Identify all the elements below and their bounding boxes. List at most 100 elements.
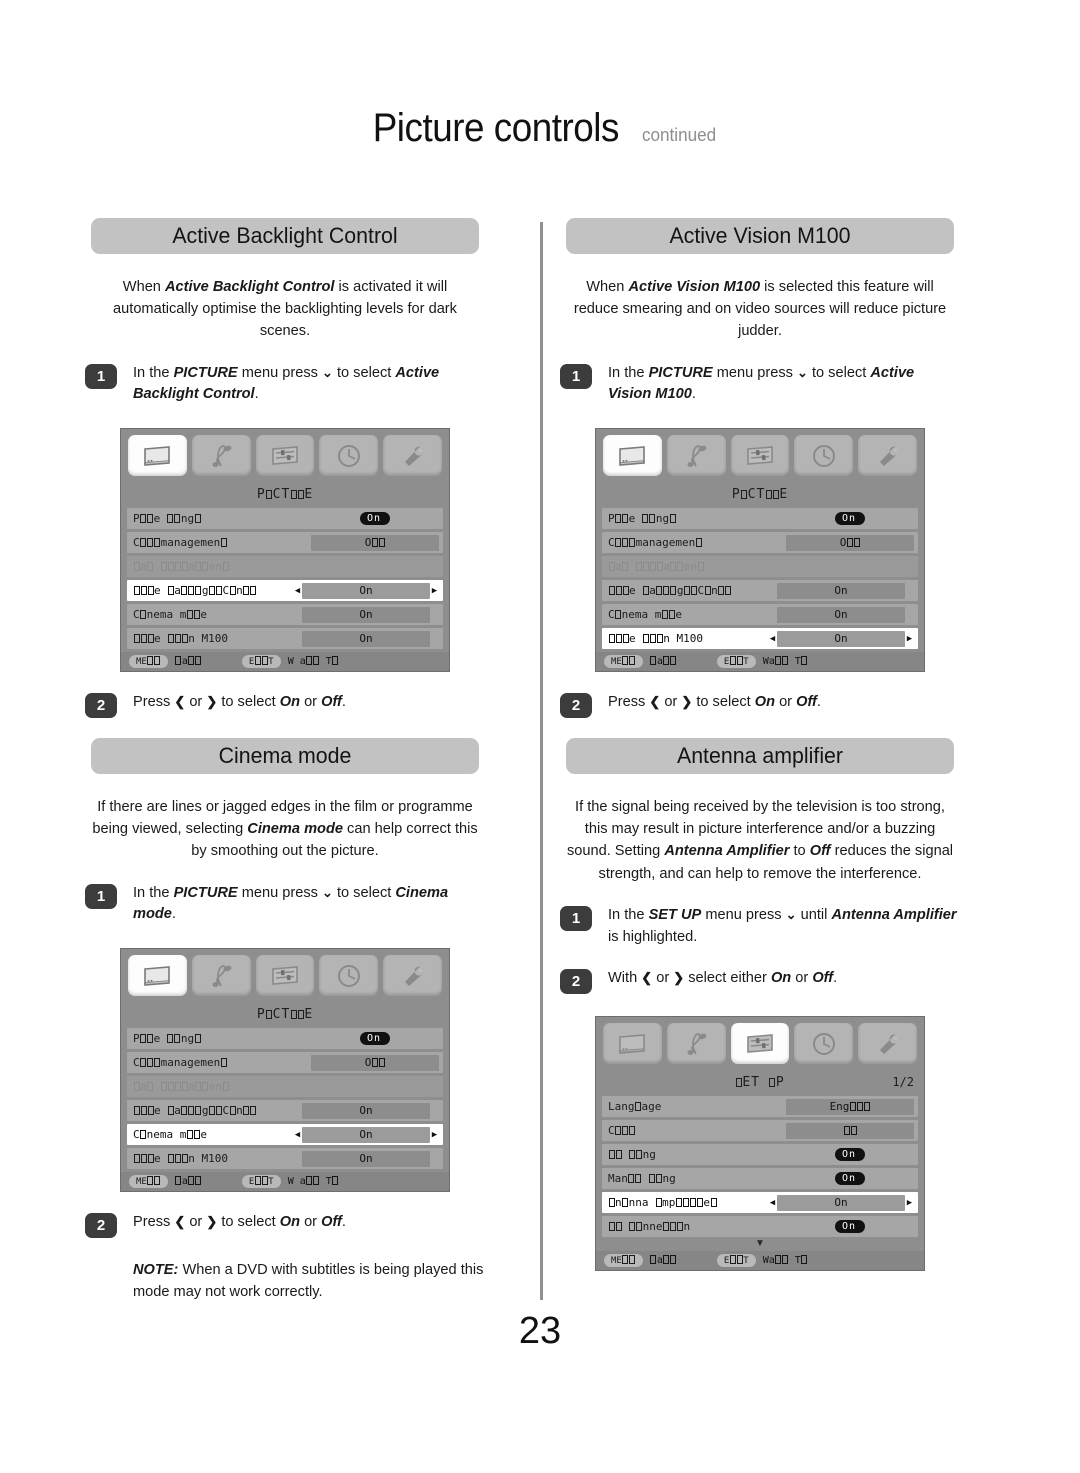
setup-sliders-icon[interactable] xyxy=(730,1023,790,1065)
picture-icon[interactable] xyxy=(603,1023,662,1065)
osd-row-label: a a en xyxy=(608,560,914,573)
exit-key-badge[interactable]: ET xyxy=(241,1175,281,1189)
section-heading-active-vision: Active Vision M100 xyxy=(566,218,954,254)
setup-sliders-icon[interactable] xyxy=(255,435,315,477)
osd-rows: Pe ng On Cmanagemen O a aen e agCn ◀ On xyxy=(596,508,924,650)
picture-icon[interactable] xyxy=(128,955,187,997)
caret-right-icon[interactable]: ▶ xyxy=(430,1130,439,1140)
osd-row-active-backlight-control[interactable]: e agCn ◀ On ▶ xyxy=(602,580,918,602)
osd-footer: ME a ET W a T xyxy=(121,1172,449,1192)
caret-spacer: ▶ xyxy=(430,610,439,620)
sound-icon[interactable] xyxy=(191,435,251,477)
exit-key-badge[interactable]: ET xyxy=(716,1254,756,1268)
section-body-active-backlight: When Active Backlight Control is activat… xyxy=(91,276,479,343)
timer-clock-icon[interactable] xyxy=(319,955,379,997)
step-text-a: Press xyxy=(133,694,175,711)
osd-row-toggle[interactable]: On xyxy=(311,512,439,526)
osd-title: P CT E xyxy=(731,487,789,503)
osd-footer: ME a ET Wa T xyxy=(596,1251,924,1271)
osd-row-language[interactable]: Lang age Eng xyxy=(602,1096,918,1118)
step-text-d: . xyxy=(171,906,176,923)
section-body-cinema-mode: If there are lines or jagged edges in th… xyxy=(91,796,479,863)
step-text-c: until xyxy=(796,906,832,923)
page-number: 23 xyxy=(518,1310,562,1352)
chevron-down-icon: ⌄ xyxy=(785,906,797,922)
exit-key-badge[interactable]: ET xyxy=(241,655,281,669)
osd-row-antenna-amplifier[interactable]: n nna mp e ◀ On ▶ xyxy=(602,1192,918,1214)
caret-left-icon[interactable]: ◀ xyxy=(768,634,777,644)
osd-row-auto-tuning[interactable]: ng On xyxy=(602,1144,918,1166)
timer-clock-icon[interactable] xyxy=(794,1023,854,1065)
osd-row-value: On xyxy=(302,1126,430,1143)
osd-row-auto-connection[interactable]: nne n On xyxy=(602,1216,918,1238)
osd-row-base-colour-adjustment: a a en xyxy=(602,556,918,578)
osd-row-cinema-mode[interactable]: Cnema me ◀ On ▶ xyxy=(602,604,918,626)
cinema-mode-note: NOTE: When a DVD with subtitles is being… xyxy=(133,1260,485,1304)
osd-row-picture-settings[interactable]: Pe ng On xyxy=(127,508,443,530)
menu-key-badge[interactable]: ME xyxy=(604,655,643,669)
osd-row-colour-management[interactable]: Cmanagemen O xyxy=(127,1052,443,1074)
step-badge: 1 xyxy=(560,363,592,389)
picture-icon[interactable] xyxy=(128,435,187,477)
osd-rows: Pe ng On Cmanagemen O a aen e agCn ◀ On xyxy=(121,1028,449,1170)
osd-row-toggle[interactable]: On xyxy=(311,1032,439,1046)
step-text-c: to select xyxy=(692,694,755,711)
osd-row-active-backlight-control[interactable]: e agCn ◀ On ▶ xyxy=(127,580,443,602)
step-1-active-backlight: 1 In the PICTURE menu press ⌄ to select … xyxy=(85,363,485,407)
osd-row-cinema-mode[interactable]: Cnema me ◀ On ▶ xyxy=(127,604,443,626)
caret-left-icon[interactable]: ◀ xyxy=(768,1198,777,1208)
menu-key-badge[interactable]: ME xyxy=(129,1175,168,1189)
osd-row-cinema-mode[interactable]: Cnema me ◀ On ▶ xyxy=(127,1124,443,1146)
osd-row-label: a a en xyxy=(133,1080,439,1093)
menu-key-badge[interactable]: ME xyxy=(129,655,168,669)
caret-right-icon: ❯ xyxy=(681,694,693,710)
page-title: Picture controls continued xyxy=(0,106,1080,151)
scroll-down-icon[interactable]: ▼ xyxy=(602,1239,918,1249)
menu-key-action: a xyxy=(175,1176,202,1187)
osd-row-picture-settings[interactable]: Pe ng On xyxy=(602,508,918,530)
osd-row-country[interactable]: C xyxy=(602,1120,918,1142)
osd-row-manual-tuning[interactable]: Man ng On xyxy=(602,1168,918,1190)
sound-icon[interactable] xyxy=(666,1023,726,1065)
osd-row-picture-settings[interactable]: Pe ng On xyxy=(127,1028,443,1050)
caret-left-icon[interactable]: ◀ xyxy=(293,586,302,596)
osd-row-colour-management[interactable]: Cmanagemen O xyxy=(602,532,918,554)
preferences-wrench-icon[interactable] xyxy=(383,435,442,477)
sound-icon[interactable] xyxy=(191,955,251,997)
step-text: Press ❮ or ❯ to select On or Off. xyxy=(133,692,346,714)
osd-row-toggle[interactable]: On xyxy=(786,1220,914,1234)
osd-row-active-vision-m100[interactable]: e n M100 ◀ On ▶ xyxy=(127,1148,443,1170)
step-1-cinema-mode: 1 In the PICTURE menu press ⌄ to select … xyxy=(85,883,485,927)
preferences-wrench-icon[interactable] xyxy=(383,955,442,997)
osd-row-toggle[interactable]: On xyxy=(786,512,914,526)
caret-right-icon[interactable]: ▶ xyxy=(905,1198,914,1208)
preferences-wrench-icon[interactable] xyxy=(858,1023,917,1065)
osd-row-colour-management[interactable]: Cmanagemen O xyxy=(127,532,443,554)
caret-right-icon[interactable]: ▶ xyxy=(430,586,439,596)
osd-row-active-vision-m100[interactable]: e n M100 ◀ On ▶ xyxy=(602,628,918,650)
step-badge: 2 xyxy=(560,693,592,719)
exit-key-badge[interactable]: ET xyxy=(716,655,756,669)
osd-row-toggle[interactable]: On xyxy=(786,1148,914,1162)
timer-clock-icon[interactable] xyxy=(319,435,379,477)
osd-row-active-backlight-control[interactable]: e agCn ◀ On ▶ xyxy=(127,1100,443,1122)
caret-right-icon[interactable]: ▶ xyxy=(905,634,914,644)
caret-left-icon[interactable]: ◀ xyxy=(293,1130,302,1140)
osd-row-toggle[interactable]: On xyxy=(786,1172,914,1186)
timer-clock-icon[interactable] xyxy=(794,435,854,477)
exit-key-action: Wa T xyxy=(763,1255,808,1266)
osd-row-active-vision-m100[interactable]: e n M100 ◀ On ▶ xyxy=(127,628,443,650)
chevron-down-icon: ⌄ xyxy=(322,364,333,380)
section-cinema-mode: Cinema mode If there are lines or jagged… xyxy=(85,738,485,1304)
setup-sliders-icon[interactable] xyxy=(730,435,790,477)
setup-sliders-icon[interactable] xyxy=(255,955,315,997)
picture-icon[interactable] xyxy=(603,435,662,477)
preferences-wrench-icon[interactable] xyxy=(858,435,917,477)
step-text-b: menu press xyxy=(701,906,786,923)
step-text-d: or xyxy=(775,694,797,711)
step-text-d: is highlighted. xyxy=(608,928,698,945)
step-badge: 2 xyxy=(85,1213,117,1239)
sound-icon[interactable] xyxy=(666,435,726,477)
menu-key-badge[interactable]: ME xyxy=(604,1254,643,1268)
osd-footer: ME a ET W a T xyxy=(121,652,449,672)
